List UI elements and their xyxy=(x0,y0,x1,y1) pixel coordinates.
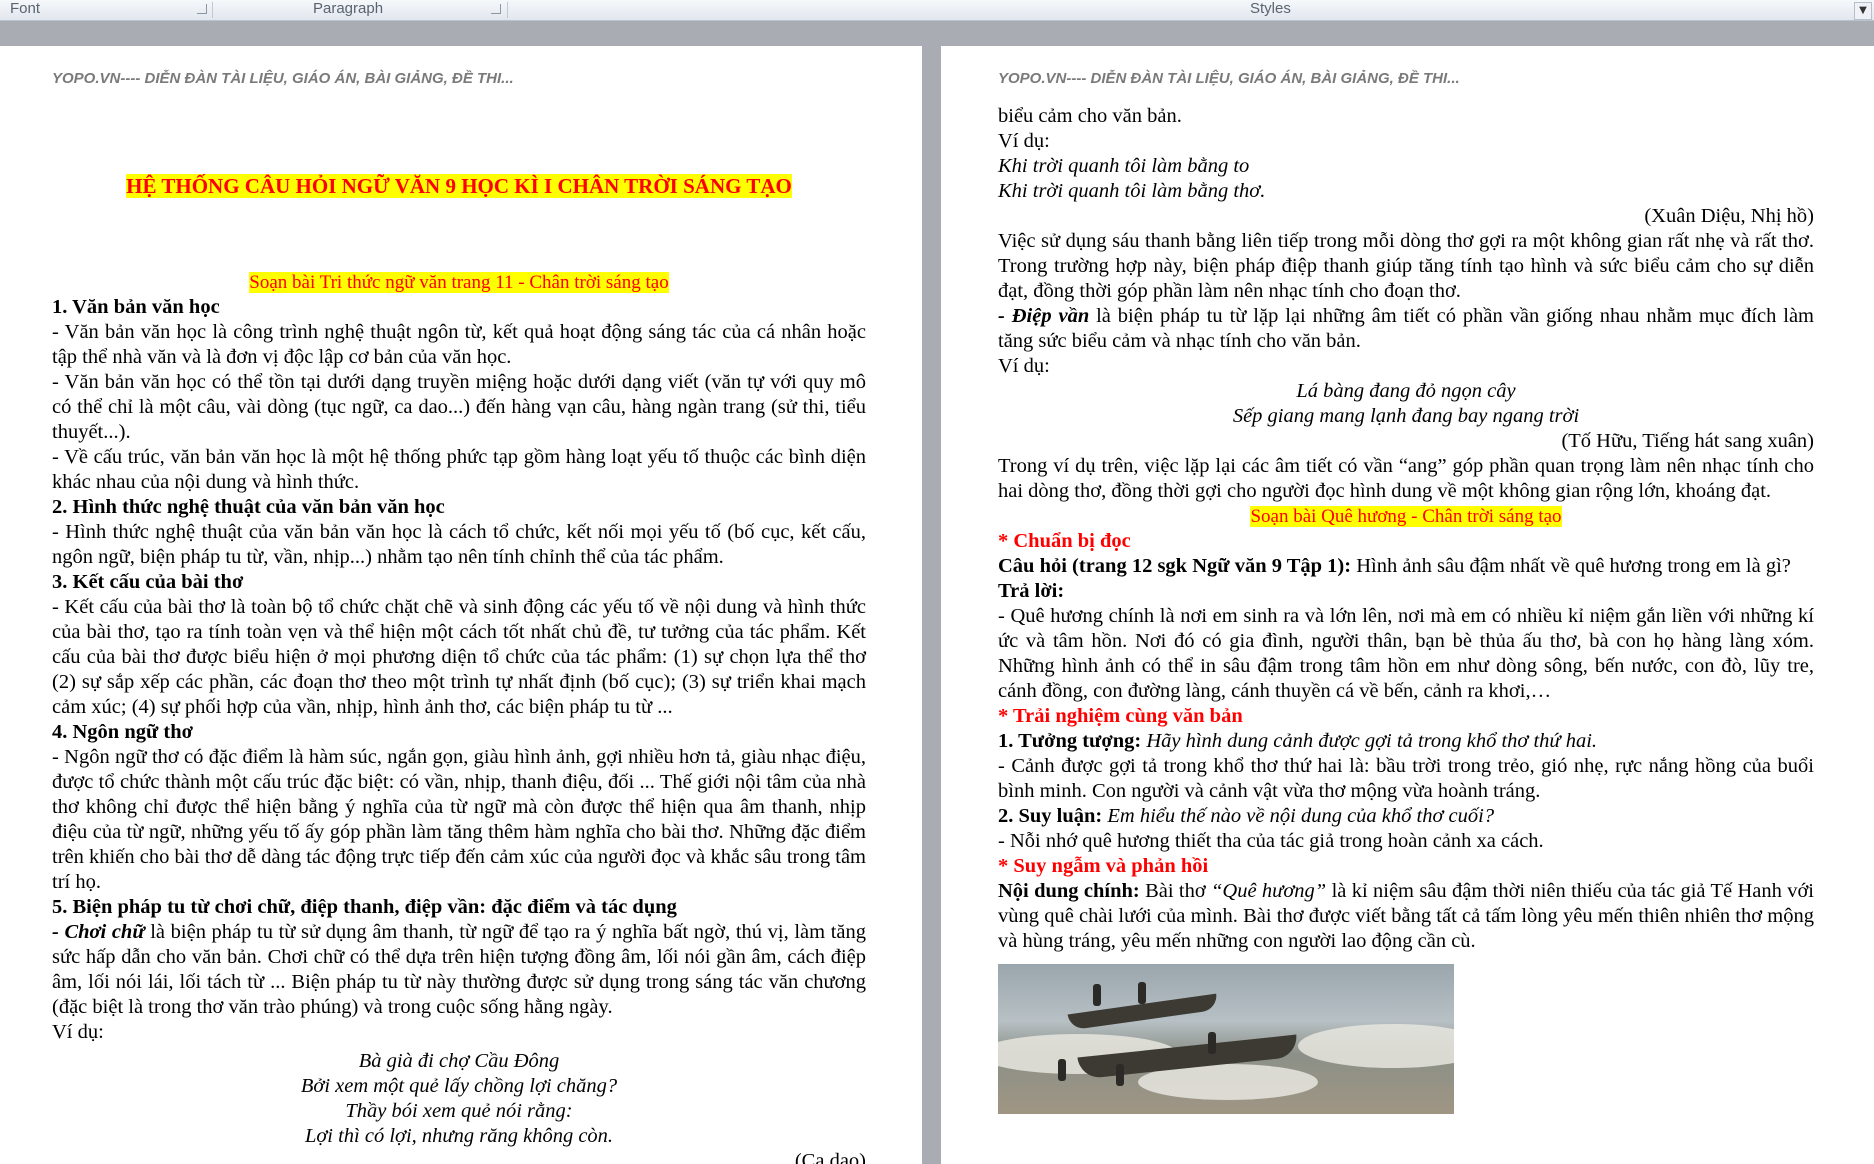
font-dialog-launcher-icon[interactable] xyxy=(197,4,207,14)
section-heading: * Chuẩn bị đọc xyxy=(998,530,1131,552)
heading: 3. Kết cấu của bài thơ xyxy=(52,571,244,593)
fisherman-figure xyxy=(1138,982,1146,1004)
paragraph: - Kết cấu của bài thơ là toàn bộ tổ chức… xyxy=(52,596,866,718)
section-heading: * Suy ngẫm và phản hồi xyxy=(998,855,1209,877)
ribbon-group-bar: Font Paragraph Styles ▼ xyxy=(0,0,1874,21)
section-subtitle: Soạn bài Quê hương - Chân trời sáng tạo xyxy=(1250,506,1562,527)
term: - Điệp vần xyxy=(998,305,1090,327)
paragraph: 1. Tưởng tượng: Hãy hình dung cảnh được … xyxy=(998,730,1598,752)
poem-line: Bởi xem một quẻ lấy chồng lợi chăng? xyxy=(300,1075,618,1097)
paragraph: - Văn bản văn học là công trình nghệ thu… xyxy=(52,321,866,368)
fisherman-figure xyxy=(1093,984,1101,1006)
term: - Chơi chữ xyxy=(52,921,145,943)
poem-source: (Xuân Diệu, Nhị hồ) xyxy=(1644,205,1814,227)
paragraph: - Điệp vần là biện pháp tu từ lặp lại nh… xyxy=(998,305,1814,352)
document-page-1[interactable]: YOPO.VN---- DIỄN ĐÀN TÀI LIỆU, GIÁO ÁN, … xyxy=(0,46,922,1164)
wave-shape xyxy=(1298,1024,1454,1068)
fishing-boats-photo[interactable] xyxy=(998,964,1454,1114)
ribbon-group-label: Styles xyxy=(1250,0,1291,17)
poem-line: Lá bàng đang đỏ ngọn cây xyxy=(1296,380,1516,402)
fisherman-figure xyxy=(1058,1059,1066,1081)
paragraph: Trong ví dụ trên, việc lặp lại các âm ti… xyxy=(998,455,1814,502)
ribbon-group-label: Font xyxy=(10,0,41,17)
heading: 1. Văn bản văn học xyxy=(52,296,220,318)
paragraph: - Chơi chữ là biện pháp tu từ sử dụng âm… xyxy=(52,921,866,1018)
poem-line: Lợi thì có lợi, nhưng răng không còn. xyxy=(304,1125,614,1147)
example-label: Ví dụ: xyxy=(52,1021,104,1043)
paragraph: - Cảnh được gợi tả trong khổ thơ thứ hai… xyxy=(998,755,1814,802)
paragraph: - Văn bản văn học có thể tồn tại dưới dạ… xyxy=(52,371,866,443)
paragraph: - Ngôn ngữ thơ có đặc điểm là hàm súc, n… xyxy=(52,746,866,893)
example-label: Ví dụ: xyxy=(998,355,1050,377)
poem-line: Khi trời quanh tôi làm bằng to xyxy=(998,155,1250,177)
ribbon-collapse-icon[interactable]: ▼ xyxy=(1854,2,1872,20)
page-header: YOPO.VN---- DIỄN ĐÀN TÀI LIỆU, GIÁO ÁN, … xyxy=(998,70,1460,87)
paragraph: - Quê hương chính là nơi em sinh ra và l… xyxy=(998,605,1814,702)
poem-line: Khi trời quanh tôi làm bằng thơ. xyxy=(998,180,1266,202)
example-label: Ví dụ: xyxy=(998,130,1050,152)
poem-line: Sếp giang mang lạnh đang bay ngang trời xyxy=(1232,405,1580,427)
ribbon-separator xyxy=(507,2,508,18)
answer-label: Trả lời: xyxy=(998,580,1065,602)
page-body[interactable]: HỆ THỐNG CÂU HỎI NGỮ VĂN 9 HỌC KÌ I CHÂN… xyxy=(52,118,866,1164)
paragraph: Nội dung chính: Bài thơ “Quê hương” là k… xyxy=(998,880,1815,952)
paragraph: - Hình thức nghệ thuật của văn bản văn h… xyxy=(52,521,866,568)
heading: 5. Biện pháp tu từ chơi chữ, điệp thanh,… xyxy=(52,896,677,918)
page-body[interactable]: biểu cảm cho văn bản. Ví dụ: Khi trời qu… xyxy=(998,104,1814,1114)
poem-source: (Ca dao) xyxy=(794,1150,866,1164)
paragraph: - Về cấu trúc, văn bản văn học là một hệ… xyxy=(52,446,866,493)
paragraph-dialog-launcher-icon[interactable] xyxy=(491,4,501,14)
poem-source: (Tố Hữu, Tiếng hát sang xuân) xyxy=(1561,430,1814,452)
fisherman-figure xyxy=(1208,1032,1216,1054)
document-title: HỆ THỐNG CÂU HỎI NGỮ VĂN 9 HỌC KÌ I CHÂN… xyxy=(126,174,792,198)
section-heading: * Trải nghiệm cùng văn bản xyxy=(998,705,1243,727)
heading: 2. Hình thức nghệ thuật của văn bản văn … xyxy=(52,496,445,518)
paragraph: Việc sử dụng sáu thanh bằng liên tiếp tr… xyxy=(998,230,1814,302)
ribbon-group-label: Paragraph xyxy=(313,0,384,17)
page-header: YOPO.VN---- DIỄN ĐÀN TÀI LIỆU, GIÁO ÁN, … xyxy=(52,70,514,87)
document-page-2[interactable]: YOPO.VN---- DIỄN ĐÀN TÀI LIỆU, GIÁO ÁN, … xyxy=(941,46,1874,1164)
section-subtitle: Soạn bài Tri thức ngữ văn trang 11 - Châ… xyxy=(249,272,669,293)
fisherman-figure xyxy=(1116,1064,1124,1086)
ribbon-separator xyxy=(212,2,213,18)
heading: 4. Ngôn ngữ thơ xyxy=(52,721,193,743)
poem-line: Bà già đi chợ Cầu Đông xyxy=(358,1050,560,1072)
paragraph: Câu hỏi (trang 12 sgk Ngữ văn 9 Tập 1): … xyxy=(998,555,1791,577)
poem-line: Thầy bói xem quẻ nói rằng: xyxy=(345,1100,573,1122)
paragraph: biểu cảm cho văn bản. xyxy=(998,105,1182,127)
paragraph: 2. Suy luận: Em hiểu thế nào về nội dung… xyxy=(998,805,1495,827)
paragraph: - Nỗi nhớ quê hương thiết tha của tác gi… xyxy=(998,830,1544,852)
